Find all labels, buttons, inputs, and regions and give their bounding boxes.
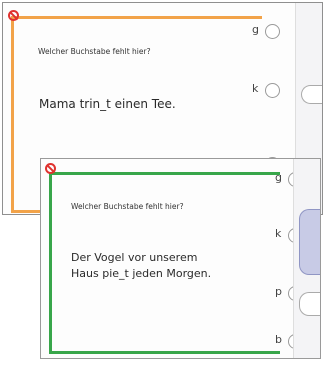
instruction-text: Welcher Buchstabe fehlt hier? [71,202,184,211]
option-letter: k [252,82,259,95]
side-panel [293,159,320,358]
sentence-line: Haus pie_t jeden Morgen. [71,267,212,280]
option-letter: g [252,23,259,36]
front-worksheet-card: Welcher Buchstabe fehlt hier? Der Vogel … [40,158,321,359]
option-letter: b [275,333,282,346]
sentence-text: Mama trin_t einen Tee. [39,97,176,111]
instruction-text: Welcher Buchstabe fehlt hier? [38,47,151,56]
option-letter: k [275,227,282,240]
no-entry-icon [8,10,19,21]
option-letter: p [275,285,282,298]
sentence-text: Der Vogel vor unserem Haus pie_t jeden M… [71,250,211,282]
side-tab[interactable] [299,209,320,275]
side-tab[interactable] [299,292,320,316]
radio-button[interactable] [265,83,280,98]
radio-button[interactable] [265,24,280,39]
no-entry-icon [45,163,56,174]
side-tab[interactable] [301,85,322,104]
option-letter: g [275,171,282,184]
sentence-line: Der Vogel vor unserem [71,251,198,264]
